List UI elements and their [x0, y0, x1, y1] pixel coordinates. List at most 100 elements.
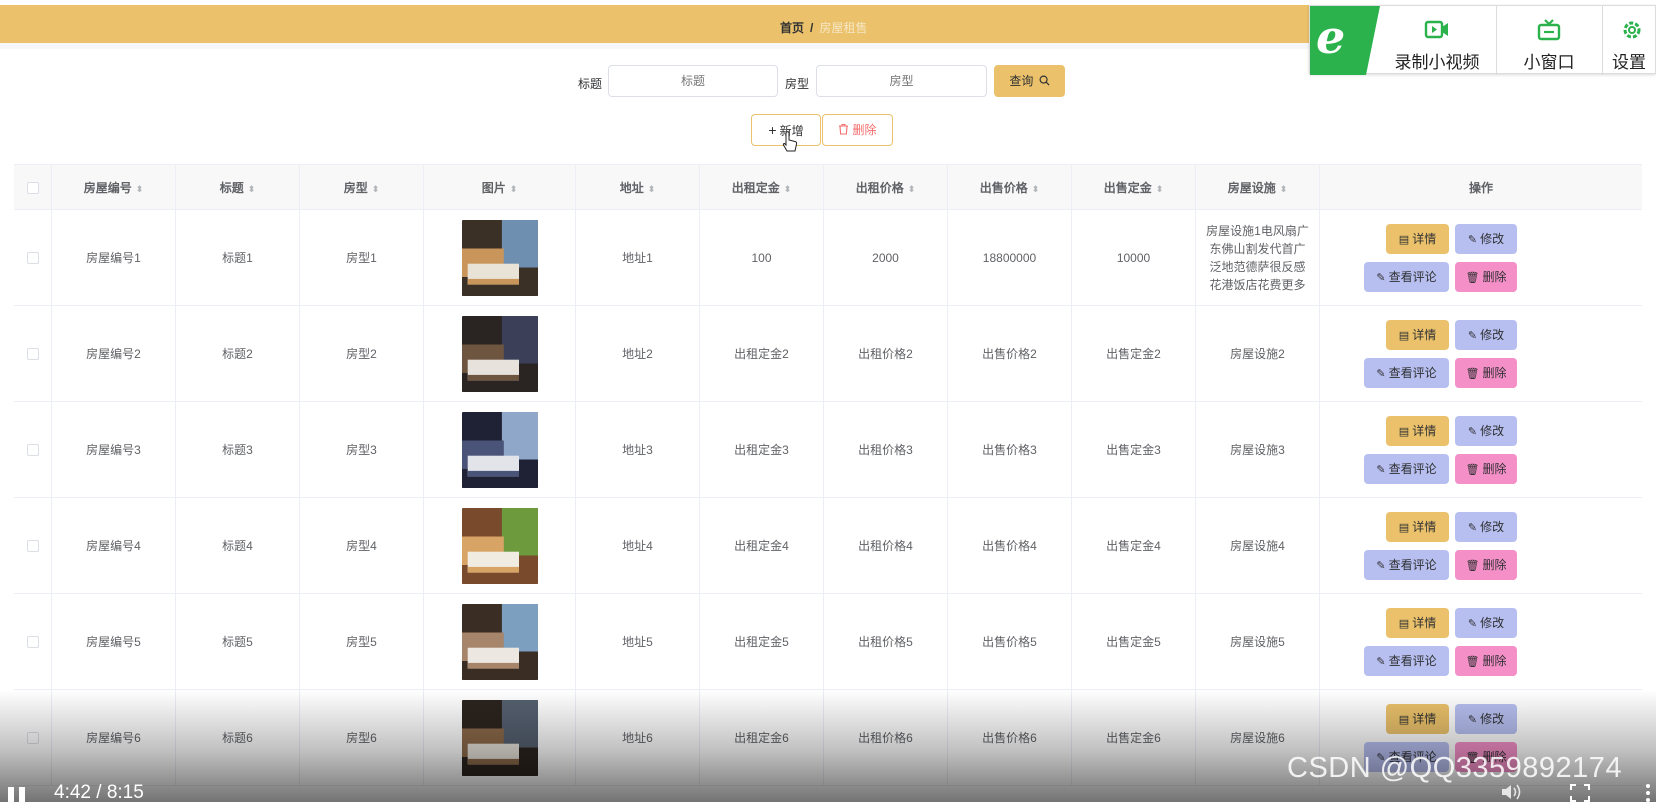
record-video-button[interactable]: 录制小视频 [1388, 6, 1486, 75]
mini-window-label: 小窗口 [1523, 53, 1575, 72]
breadcrumb-home[interactable]: 首页 [780, 21, 804, 35]
room-photo[interactable] [461, 412, 538, 488]
view-comments-button[interactable]: ✎ 查看评论 [1364, 646, 1449, 676]
select-all-checkbox[interactable] [26, 182, 39, 194]
edit-button[interactable]: ✎ 修改 [1455, 320, 1517, 350]
room-type-text: 房型1 [346, 251, 377, 265]
col-header-label: 房屋设施 [1227, 181, 1276, 195]
type-search-input[interactable] [816, 65, 987, 97]
type-search-label: 房型 [785, 77, 810, 91]
view-comments-label: 查看评论 [1388, 654, 1437, 668]
room-photo[interactable] [461, 220, 538, 296]
trash-icon [839, 123, 849, 135]
sale-deposit-cell: 出售定金3 [1072, 402, 1196, 498]
sort-icon[interactable]: ⬍ [908, 184, 916, 194]
view-comments-button[interactable]: ✎ 查看评论 [1364, 262, 1449, 292]
record-video-label: 录制小视频 [1394, 53, 1480, 72]
rent-deposit-cell: 出租定金6 [700, 690, 824, 786]
document-icon: ▤ [1398, 618, 1410, 630]
document-icon: ▤ [1398, 714, 1410, 726]
edit-button[interactable]: ✎ 修改 [1455, 704, 1517, 734]
detail-button[interactable]: ▤ 详情 [1386, 224, 1449, 254]
fullscreen-icon[interactable] [1570, 784, 1590, 802]
mouse-cursor-icon [782, 131, 798, 152]
batch-delete-button[interactable]: 删除 [822, 114, 893, 146]
edit-button[interactable]: ✎ 修改 [1455, 512, 1517, 542]
row-select-cell [14, 402, 52, 498]
sort-icon[interactable]: ⬍ [784, 184, 792, 194]
room-type-text: 房型3 [346, 443, 377, 457]
row-checkbox[interactable] [26, 540, 39, 552]
sort-icon[interactable]: ⬍ [510, 184, 518, 194]
detail-button[interactable]: ▤ 详情 [1386, 416, 1449, 446]
delete-button[interactable]: 🗑 删除 [1455, 550, 1517, 580]
rent-deposit-cell: 出租定金2 [700, 306, 824, 402]
sort-icon[interactable]: ⬍ [1156, 184, 1164, 194]
col-header-address[interactable]: 地址 ⬍ [576, 165, 700, 211]
query-button[interactable]: 查询 [994, 65, 1065, 97]
sort-icon[interactable]: ⬍ [136, 184, 144, 194]
edit-button[interactable]: ✎ 修改 [1455, 224, 1517, 254]
row-select-cell [14, 498, 52, 594]
row-checkbox[interactable] [26, 252, 39, 264]
col-header-image[interactable]: 图片 ⬍ [424, 165, 576, 211]
row-checkbox[interactable] [26, 636, 39, 648]
image-cell [424, 402, 576, 498]
view-comments-label: 查看评论 [1388, 366, 1437, 380]
col-header-code[interactable]: 房屋编号 ⬍ [52, 165, 176, 211]
view-comments-button[interactable]: ✎ 查看评论 [1364, 550, 1449, 580]
volume-icon[interactable] [1500, 782, 1524, 802]
row-checkbox[interactable] [26, 444, 39, 456]
detail-button[interactable]: ▤ 详情 [1386, 704, 1449, 734]
col-header-sale-price[interactable]: 出售价格 ⬍ [948, 165, 1072, 211]
pause-icon[interactable] [8, 787, 28, 802]
view-comments-label: 查看评论 [1388, 270, 1437, 284]
detail-button[interactable]: ▤ 详情 [1386, 512, 1449, 542]
view-comments-button[interactable]: ✎ 查看评论 [1364, 454, 1449, 484]
view-comments-button[interactable]: ✎ 查看评论 [1364, 358, 1449, 388]
settings-button[interactable]: 设置 [1608, 6, 1656, 75]
rent-price-text: 出租价格5 [858, 635, 913, 649]
sort-icon[interactable]: ⬍ [248, 184, 256, 194]
delete-button[interactable]: 🗑 删除 [1455, 646, 1517, 676]
sale-price-text: 出售价格3 [982, 443, 1037, 457]
row-select-cell [14, 594, 52, 690]
col-header-type[interactable]: 房型 ⬍ [300, 165, 424, 211]
room-type-text: 房型2 [346, 347, 377, 361]
col-header-label: 地址 [619, 181, 644, 195]
facility-cell: 房屋设施3 [1196, 402, 1320, 498]
col-header-rent-deposit[interactable]: 出租定金 ⬍ [700, 165, 824, 211]
col-header-label: 出售定金 [1103, 181, 1152, 195]
sale-price-cell: 出售价格4 [948, 498, 1072, 594]
col-header-facility[interactable]: 房屋设施 ⬍ [1196, 165, 1320, 211]
detail-button[interactable]: ▤ 详情 [1386, 320, 1449, 350]
sort-icon[interactable]: ⬍ [372, 184, 380, 194]
edit-button[interactable]: ✎ 修改 [1455, 416, 1517, 446]
mini-window-button[interactable]: 小窗口 [1506, 6, 1592, 75]
table-row: 房屋编号2 标题2 房型2 地址2 出租定金2 出租价格2 出售价格2 出售定金2 房屋设施2 ▤… [14, 306, 1642, 402]
row-checkbox[interactable] [26, 732, 39, 744]
title-search-input[interactable] [608, 65, 778, 97]
sort-icon[interactable]: ⬍ [1280, 184, 1288, 194]
house-code-text: 房屋编号1 [86, 251, 141, 265]
more-options-icon[interactable] [1646, 784, 1652, 802]
col-header-sale-deposit[interactable]: 出售定金 ⬍ [1072, 165, 1196, 211]
room-photo[interactable] [461, 508, 538, 584]
delete-button[interactable]: 🗑 删除 [1455, 262, 1517, 292]
room-photo[interactable] [461, 604, 538, 680]
edit-button[interactable]: ✎ 修改 [1455, 608, 1517, 638]
room-photo[interactable] [461, 700, 538, 776]
trash-icon: 🗑 [1465, 272, 1480, 284]
row-checkbox[interactable] [26, 348, 39, 360]
col-header-title[interactable]: 标题 ⬍ [176, 165, 300, 211]
document-icon: ▤ [1398, 330, 1410, 342]
room-photo[interactable] [461, 316, 538, 392]
col-header-rent-price[interactable]: 出租价格 ⬍ [824, 165, 948, 211]
sort-icon[interactable]: ⬍ [1032, 184, 1040, 194]
delete-button[interactable]: 🗑 删除 [1455, 454, 1517, 484]
sort-icon[interactable]: ⬍ [648, 184, 656, 194]
sale-deposit-cell: 10000 [1072, 210, 1196, 306]
detail-button[interactable]: ▤ 详情 [1386, 608, 1449, 638]
delete-button[interactable]: 🗑 删除 [1455, 358, 1517, 388]
sale-deposit-text: 出售定金4 [1106, 539, 1161, 553]
